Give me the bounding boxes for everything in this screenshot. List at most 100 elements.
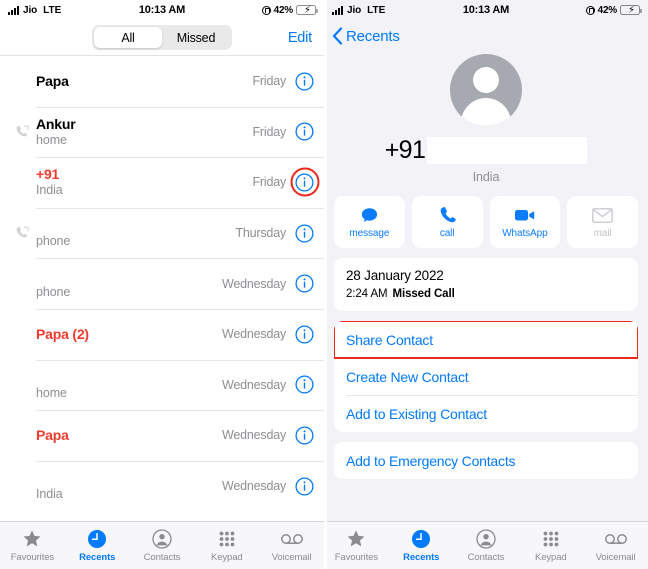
tab-voicemail[interactable]: Voicemail [583,522,648,569]
dual-screen-comparison: Jio LTE 10:13 AM 42% ⚡ All Missed Edit P… [0,0,648,569]
recents-call-list[interactable]: Papa Friday Ankur home Friday +91 India … [0,56,324,521]
call-row[interactable]: Papa Wednesday [0,410,324,461]
tab-label: Favourites [334,552,379,563]
call-row[interactable]: phone Thursday [0,207,324,259]
back-label: Recents [346,27,400,45]
call-row-meta: Wednesday [222,274,314,293]
call-row-meta: Friday [252,167,319,197]
outgoing-call-icon [8,125,36,139]
video-camera-icon [514,205,536,225]
screen-divider [324,0,327,569]
contact-options-card[interactable]: Share Contact Create New Contact Add to … [334,321,638,432]
call-info-button[interactable] [295,375,314,394]
call-info-button[interactable] [295,325,314,344]
status-bar-left: Jio LTE 10:13 AM 42% ⚡ [0,0,324,20]
call-row-text: Ankur home [36,116,252,148]
share-contact-option[interactable]: Share Contact [334,321,638,359]
segment-missed[interactable]: Missed [162,27,230,48]
edit-button[interactable]: Edit [288,30,312,46]
contact-action-buttons[interactable]: message call WhatsApp mail [324,184,648,248]
call-time-row: 2:24 AM Missed Call [346,288,626,300]
call-info-button[interactable] [295,72,314,91]
chevron-left-icon [332,27,343,45]
call-row-text: home [36,369,222,401]
call-name: Papa [36,73,69,90]
call-info-button-highlighted[interactable] [290,167,319,197]
call-row[interactable]: phone Wednesday [0,258,324,309]
call-name-redacted [36,470,222,486]
create-new-contact-option[interactable]: Create New Contact [334,358,638,395]
region-label: India [472,170,500,184]
call-subtitle: home [36,132,67,147]
outgoing-call-icon [8,226,36,240]
battery-icon: ⚡ [620,5,642,16]
call-subtitle: home [36,385,67,400]
back-to-recents-button[interactable]: Recents [332,27,400,45]
call-info-button[interactable] [295,426,314,445]
call-row-text: India [36,470,222,502]
tab-voicemail[interactable]: Voicemail [259,522,324,569]
call-name-redacted [36,217,235,233]
tab-label: Contacts [467,552,505,563]
charging-bolt-icon: ⚡ [304,5,312,16]
call-detail-card: 28 January 2022 2:24 AM Missed Call [334,258,638,311]
all-missed-segmented-control[interactable]: All Missed [92,25,232,50]
detail-nav-bar: Recents [324,20,648,52]
call-row-meta: Friday [252,122,314,141]
clock-icon [87,528,107,550]
tab-keypad[interactable]: Keypad [194,522,259,569]
message-action-button[interactable]: message [334,196,405,248]
tab-favourites[interactable]: Favourites [0,522,65,569]
phone-number-row: +91 [324,136,648,165]
call-info-button[interactable] [295,476,314,496]
call-time-label: Friday [252,175,286,190]
recents-nav-bar: All Missed Edit [0,20,324,55]
call-row[interactable]: home Wednesday [0,359,324,411]
call-subtitle: phone [36,234,71,249]
tab-favourites[interactable]: Favourites [324,522,389,569]
call-row-meta: Wednesday [222,426,314,445]
call-row[interactable]: Papa (2) Wednesday [0,308,324,360]
tab-label: Keypad [210,552,243,563]
call-info-button[interactable] [295,224,314,243]
call-type-label: Missed Call [392,288,455,300]
add-to-existing-contact-option[interactable]: Add to Existing Contact [334,395,638,432]
tab-label: Keypad [534,552,567,563]
star-icon [346,528,366,550]
call-row-selected[interactable]: +91 India Friday [0,157,324,208]
call-info-button[interactable] [295,274,314,293]
call-time-label: Friday [252,74,286,89]
call-row[interactable]: India Wednesday [0,460,324,512]
battery-icon: ⚡ [296,5,318,16]
tab-keypad[interactable]: Keypad [518,522,583,569]
action-label: WhatsApp [502,228,548,239]
star-icon [22,528,42,550]
clock-icon [411,528,431,550]
rotation-lock-icon [585,5,595,15]
call-info-button[interactable] [295,122,314,141]
whatsapp-action-button[interactable]: WhatsApp [489,196,561,248]
tab-recents[interactable]: Recents [389,522,454,569]
call-row[interactable]: Papa Friday [0,56,324,107]
call-row-text: +91 India [36,166,252,198]
call-time-label: Friday [252,124,286,139]
add-to-emergency-contacts-option[interactable]: Add to Emergency Contacts [334,442,638,479]
action-label: call [439,228,455,239]
tab-bar-right[interactable]: Favourites Recents Contacts Keypad Voice… [324,521,648,569]
call-row[interactable]: Ankur home Friday [0,106,324,158]
call-time-label: Wednesday [222,327,286,342]
call-date-label: 28 January 2022 [346,268,444,283]
tab-label: Recents [79,552,116,563]
status-bar-clock: 10:13 AM [462,4,510,16]
call-action-button[interactable]: call [411,196,483,248]
tab-contacts[interactable]: Contacts [130,522,195,569]
call-name-redacted [36,369,222,385]
tab-contacts[interactable]: Contacts [454,522,519,569]
tab-recents[interactable]: Recents [65,522,130,569]
charging-bolt-icon: ⚡ [628,5,636,16]
tab-bar-left[interactable]: Favourites Recents Contacts Keypad Voice… [0,521,324,569]
keypad-grid-icon [217,528,237,550]
call-time-label: Wednesday [222,276,286,291]
emergency-contacts-card[interactable]: Add to Emergency Contacts [334,442,638,479]
segment-all[interactable]: All [94,27,162,48]
